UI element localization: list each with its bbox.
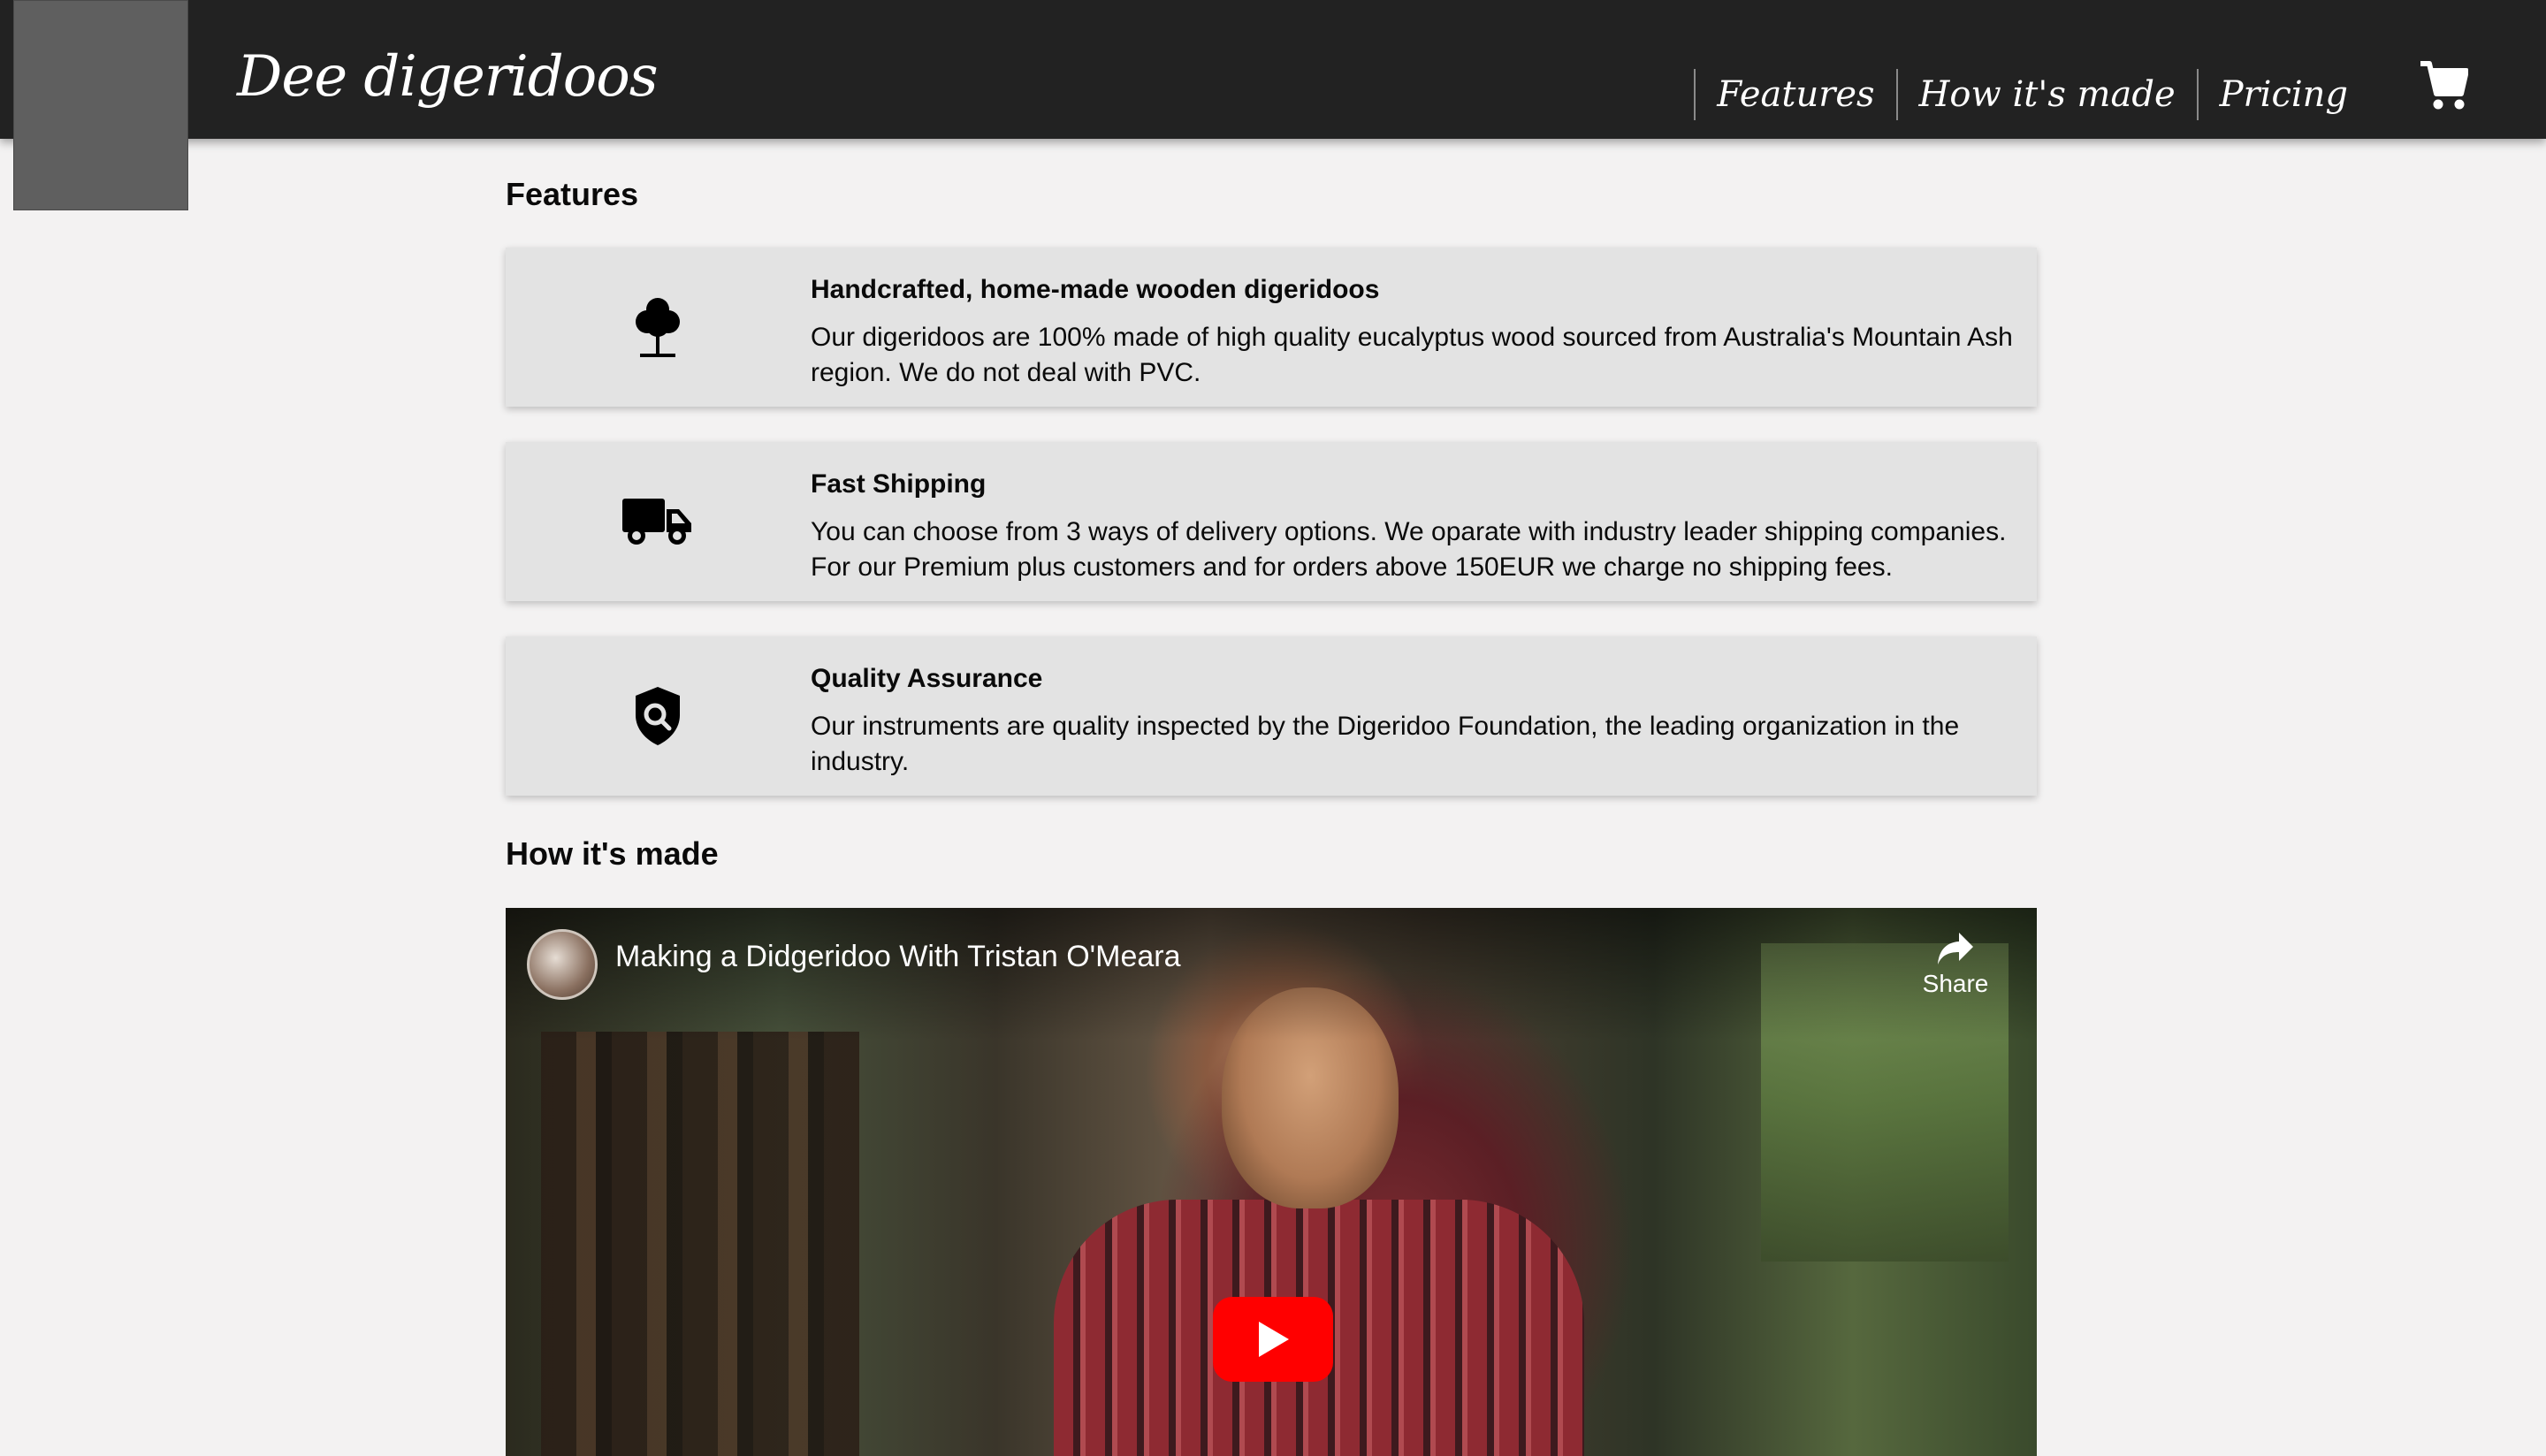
feature-description: You can choose from 3 ways of delivery o…: [811, 517, 2007, 582]
feature-text: Fast Shipping You can choose from 3 ways…: [811, 465, 2022, 585]
nav-link-how-its-made[interactable]: How it's made: [1895, 69, 2197, 120]
feature-heading: Quality Assurance: [811, 664, 1043, 693]
share-button[interactable]: Share: [1911, 931, 2000, 1019]
how-its-made-section-title: How it's made: [506, 835, 719, 872]
feature-heading: Handcrafted, home-made wooden digeridoos: [811, 275, 1380, 304]
video-title[interactable]: Making a Didgeridoo With Tristan O'Meara: [615, 940, 1181, 974]
main-content: Features Handcrafted, home-made wooden d…: [506, 168, 2037, 1456]
play-icon: [1259, 1322, 1289, 1357]
feature-text: Handcrafted, home-made wooden digeridoos…: [811, 271, 2022, 391]
features-list: Handcrafted, home-made wooden digeridoos…: [506, 248, 2037, 796]
feature-description: Our instruments are quality inspected by…: [811, 712, 1960, 776]
nav-link-features[interactable]: Features: [1694, 69, 1895, 120]
feature-description: Our digeridoos are 100% made of high qua…: [811, 323, 2013, 387]
feature-heading: Fast Shipping: [811, 469, 987, 499]
play-button[interactable]: [1213, 1297, 1333, 1382]
channel-avatar[interactable]: [527, 929, 598, 1000]
share-label: Share: [1922, 970, 1989, 997]
feature-text: Quality Assurance Our instruments are qu…: [811, 659, 2022, 780]
video-top-overlay: [506, 908, 2037, 1041]
truck-icon: [606, 488, 709, 555]
feature-card-handcrafted: Handcrafted, home-made wooden digeridoos…: [506, 248, 2037, 407]
logo-placeholder[interactable]: [13, 0, 188, 210]
tree-icon: [606, 293, 709, 361]
video-player[interactable]: Making a Didgeridoo With Tristan O'Meara…: [506, 908, 2037, 1456]
features-section-title: Features: [506, 176, 639, 212]
nav-link-pricing[interactable]: Pricing: [2196, 69, 2369, 120]
brand-name[interactable]: Dee digeridoos: [237, 44, 659, 110]
video-thumbnail-wood: [541, 1032, 859, 1456]
feature-card-shipping: Fast Shipping You can choose from 3 ways…: [506, 442, 2037, 601]
shield-search-icon: [606, 682, 709, 750]
cart-icon[interactable]: [2419, 58, 2469, 111]
share-icon: [1938, 933, 1973, 964]
main-nav: Features How it's made Pricing: [1694, 69, 2369, 120]
site-header: Dee digeridoos Features How it's made Pr…: [0, 0, 2546, 210]
feature-card-quality: Quality Assurance Our instruments are qu…: [506, 637, 2037, 796]
